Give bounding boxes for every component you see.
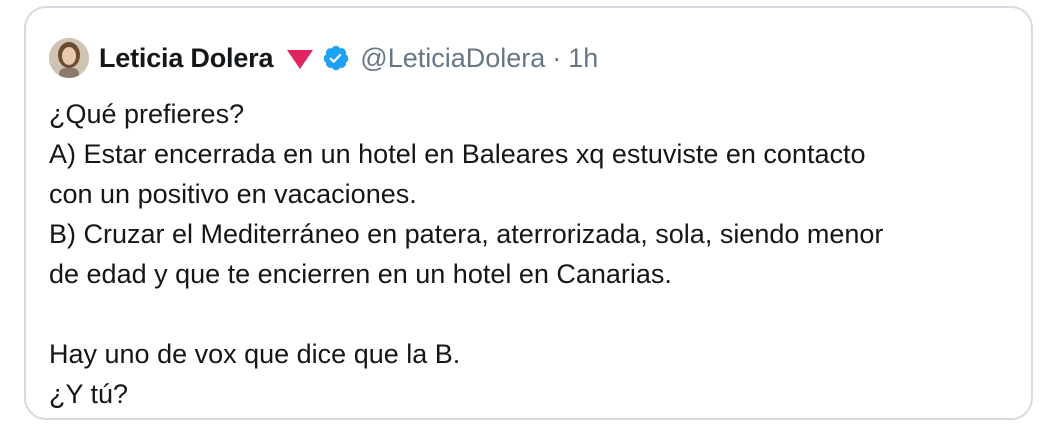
avatar[interactable] — [49, 38, 89, 78]
tweet-card[interactable]: Leticia Dolera @LeticiaDolera · 1h ¿Qué … — [24, 6, 1033, 420]
tweet-line: de edad y que te encierren en un hotel e… — [49, 259, 672, 289]
tweet-text: ¿Qué prefieres? A) Estar encerrada en un… — [49, 94, 1009, 414]
tweet-line: A) Estar encerrada en un hotel en Balear… — [49, 139, 866, 169]
red-triangle-icon — [287, 49, 314, 69]
tweet-line: Hay uno de vox que dice que la B. — [49, 339, 461, 369]
timestamp[interactable]: 1h — [568, 43, 598, 74]
display-name[interactable]: Leticia Dolera — [99, 43, 273, 74]
tweet-line: con un positivo en vacaciones. — [49, 179, 417, 209]
tweet-header: Leticia Dolera @LeticiaDolera · 1h — [49, 32, 598, 84]
tweet-line: B) Cruzar el Mediterráneo en patera, ate… — [49, 219, 884, 249]
tweet-line: ¿Y tú? — [49, 379, 129, 409]
tweet-line: ¿Qué prefieres? — [49, 99, 245, 129]
author-handle[interactable]: @LeticiaDolera — [360, 43, 545, 74]
separator-dot: · — [552, 42, 562, 73]
verified-badge-icon — [322, 44, 350, 72]
avatar-image — [49, 38, 89, 78]
